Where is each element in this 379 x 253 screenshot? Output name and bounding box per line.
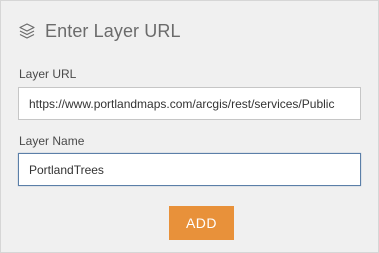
layer-name-input[interactable] — [18, 153, 361, 186]
panel-title: Enter Layer URL — [45, 20, 181, 41]
enter-layer-url-panel: Enter Layer URL Layer URL Layer Name ADD — [0, 0, 379, 253]
layer-url-label: Layer URL — [19, 67, 77, 81]
panel-header: Enter Layer URL — [17, 19, 181, 43]
layer-url-input[interactable] — [18, 87, 361, 120]
add-button[interactable]: ADD — [169, 206, 234, 240]
layers-icon — [17, 21, 37, 41]
layer-name-label: Layer Name — [19, 134, 85, 148]
